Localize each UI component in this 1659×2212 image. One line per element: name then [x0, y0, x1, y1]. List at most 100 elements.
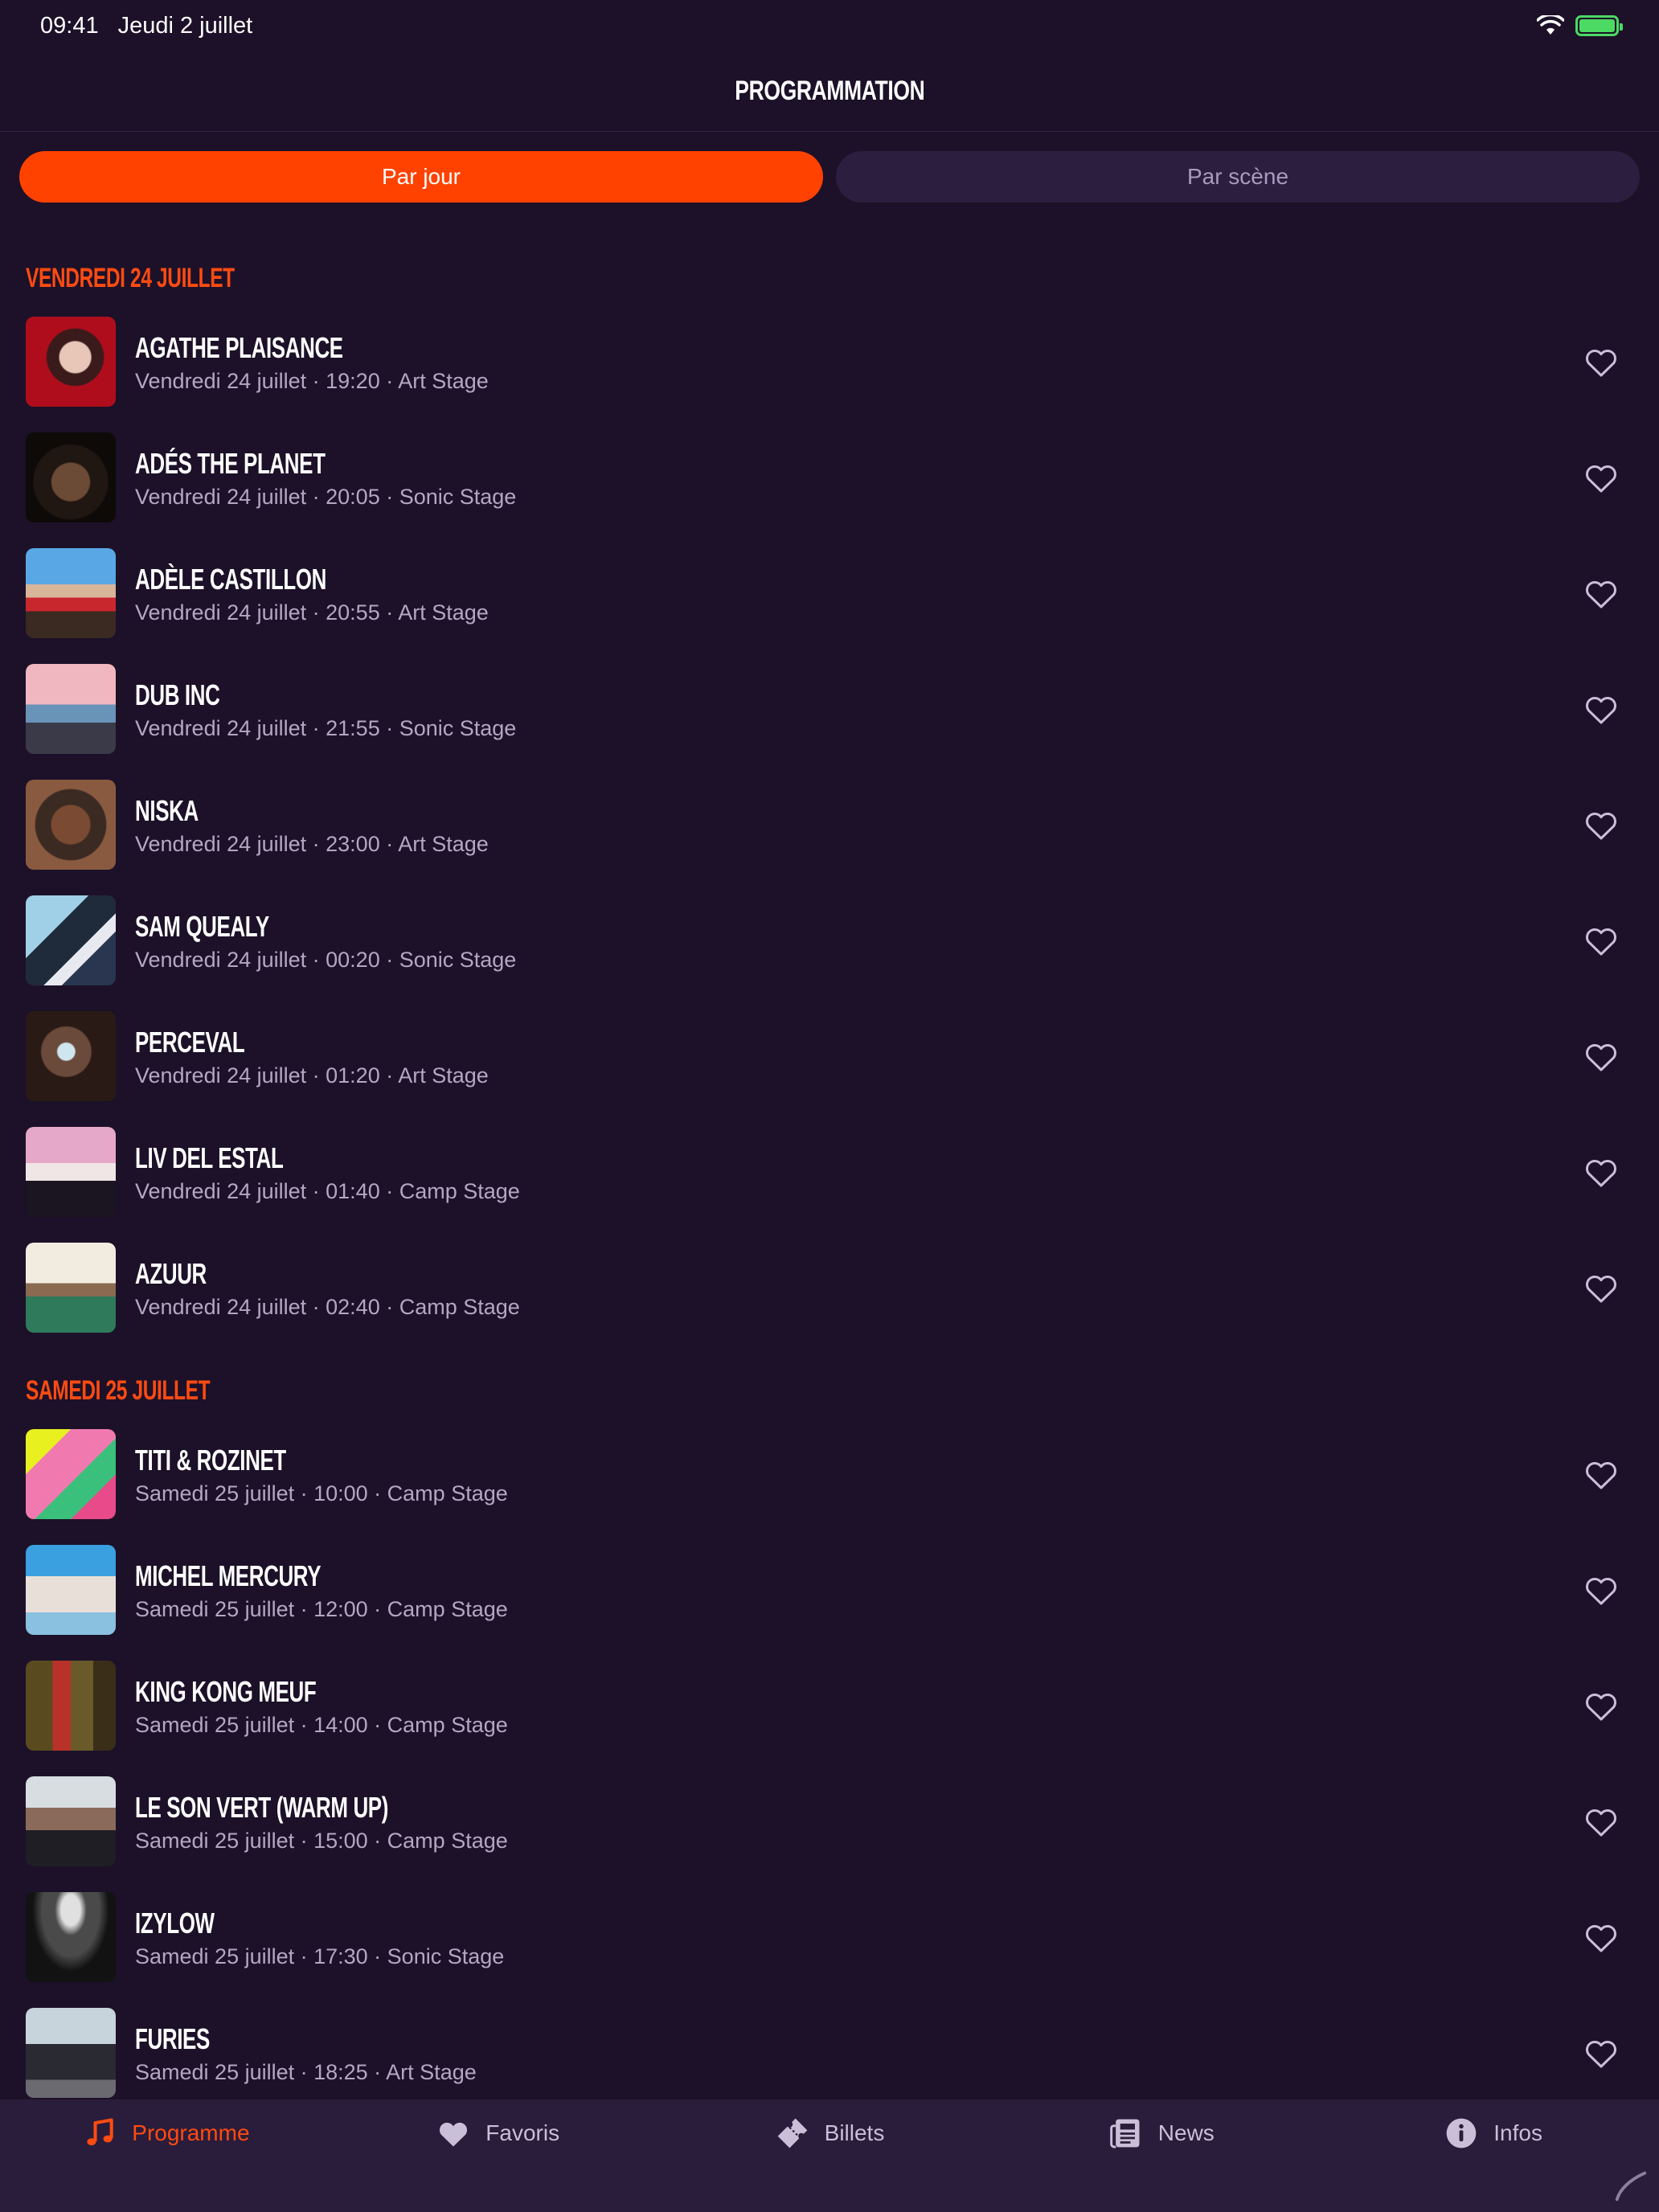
favorite-heart-icon[interactable]: [1582, 574, 1620, 612]
day-header: VENDREDI 24 JUILLET: [0, 233, 1659, 304]
favorite-heart-icon[interactable]: [1582, 1918, 1620, 1956]
artist-photo: [26, 1545, 116, 1635]
artist-photo: [26, 317, 116, 407]
heart-icon: [440, 2122, 468, 2147]
artist-details: Samedi 25 juillet · 10:00 · Camp Stage: [135, 1481, 508, 1505]
artist-details: Vendredi 24 juillet · 23:00 · Art Stage: [135, 831, 489, 856]
status-icons: [1537, 15, 1623, 36]
wifi-icon: [1537, 15, 1564, 35]
newspaper-icon: [1109, 2119, 1140, 2149]
tab-label: Programme: [132, 2120, 250, 2145]
battery-icon: [1575, 15, 1623, 36]
artist-photo: [26, 1011, 116, 1101]
artist-name: SAM QUEALY: [135, 909, 269, 943]
favorite-heart-icon[interactable]: [1582, 690, 1620, 728]
artist-row[interactable]: AGATHE PLAISANCE Vendredi 24 juillet · 1…: [0, 304, 1659, 420]
day-label: SAMEDI 25 JUILLET: [26, 1375, 211, 1406]
artist-row[interactable]: TITI & ROZINET Samedi 25 juillet · 10:00…: [0, 1416, 1659, 1532]
artist-photo: [26, 1429, 116, 1519]
artist-photo: [26, 1661, 116, 1751]
artist-details: Vendredi 24 juillet · 02:40 · Camp Stage: [135, 1294, 520, 1319]
tab-label: Favoris: [485, 2120, 560, 2145]
favorite-heart-icon[interactable]: [1582, 1037, 1620, 1075]
tab-label: Billets: [824, 2120, 885, 2145]
artist-row[interactable]: DUB INC Vendredi 24 juillet · 21:55 · So…: [0, 651, 1659, 767]
artist-details: Vendredi 24 juillet · 00:20 · Sonic Stag…: [135, 947, 517, 972]
status-time: 09:41: [40, 12, 99, 39]
artist-details: Samedi 25 juillet · 12:00 · Camp Stage: [135, 1596, 508, 1621]
favorite-heart-icon[interactable]: [1582, 921, 1620, 960]
day-header: SAMEDI 25 JUILLET: [0, 1346, 1659, 1416]
artist-details: Vendredi 24 juillet · 21:55 · Sonic Stag…: [135, 715, 517, 740]
music-note-icon: [87, 2118, 113, 2146]
artist-row[interactable]: IZYLOW Samedi 25 juillet · 17:30 · Sonic…: [0, 1879, 1659, 1995]
day-label: VENDREDI 24 JUILLET: [26, 263, 235, 293]
tab-favoris[interactable]: Favoris: [332, 2116, 664, 2212]
artist-row[interactable]: MICHEL MERCURY Samedi 25 juillet · 12:00…: [0, 1532, 1659, 1648]
view-toggle: Par jour Par scène: [19, 151, 1640, 203]
artist-photo: [26, 1127, 116, 1217]
artist-row[interactable]: SAM QUEALY Vendredi 24 juillet · 00:20 ·…: [0, 883, 1659, 998]
artist-name: MICHEL MERCURY: [135, 1559, 322, 1592]
artist-name: KING KONG MEUF: [135, 1674, 317, 1708]
favorite-heart-icon[interactable]: [1582, 1686, 1620, 1725]
status-bar: 09:41 Jeudi 2 juillet: [0, 0, 1659, 51]
artist-photo: [26, 664, 116, 754]
favorite-heart-icon[interactable]: [1582, 1571, 1620, 1609]
artist-row[interactable]: LE SON VERT (WARM UP) Samedi 25 juillet …: [0, 1763, 1659, 1879]
artist-name: IZYLOW: [135, 1906, 215, 1940]
pencil-scribble-icon[interactable]: [1612, 2167, 1649, 2204]
artist-details: Vendredi 24 juillet · 01:20 · Art Stage: [135, 1063, 489, 1088]
favorite-heart-icon[interactable]: [1582, 458, 1620, 497]
page-header: PROGRAMMATION: [0, 51, 1659, 132]
artist-photo: [26, 895, 116, 985]
artist-name: LE SON VERT (WARM UP): [135, 1790, 388, 1824]
favorite-heart-icon[interactable]: [1582, 1455, 1620, 1493]
artist-photo: [26, 780, 116, 870]
favorite-heart-icon[interactable]: [1582, 342, 1620, 381]
tab-news[interactable]: News: [995, 2116, 1327, 2212]
artist-row[interactable]: ADÈLE CASTILLON Vendredi 24 juillet · 20…: [0, 535, 1659, 651]
artist-photo: [26, 432, 116, 522]
artist-photo: [26, 1776, 116, 1866]
tab-infos[interactable]: Infos: [1327, 2116, 1659, 2212]
artist-photo: [26, 548, 116, 638]
page-title: PROGRAMMATION: [734, 76, 925, 106]
favorite-heart-icon[interactable]: [1582, 1153, 1620, 1191]
status-date: Jeudi 2 juillet: [117, 12, 253, 39]
artist-photo: [26, 1243, 116, 1333]
artist-name: DUB INC: [135, 678, 220, 711]
favorite-heart-icon[interactable]: [1582, 2034, 1620, 2072]
artist-name: AZUUR: [135, 1256, 207, 1290]
par-jour-segment[interactable]: Par jour: [19, 151, 823, 203]
artist-row[interactable]: PERCEVAL Vendredi 24 juillet · 01:20 · A…: [0, 998, 1659, 1114]
artist-name: ADÉS THE PLANET: [135, 446, 326, 480]
artist-photo: [26, 2008, 116, 2098]
artist-row[interactable]: ADÉS THE PLANET Vendredi 24 juillet · 20…: [0, 420, 1659, 535]
artist-row[interactable]: NISKA Vendredi 24 juillet · 23:00 · Art …: [0, 767, 1659, 883]
artist-details: Vendredi 24 juillet · 20:05 · Sonic Stag…: [135, 484, 517, 509]
artist-row[interactable]: KING KONG MEUF Samedi 25 juillet · 14:00…: [0, 1648, 1659, 1763]
par-scene-segment[interactable]: Par scène: [836, 151, 1640, 203]
tab-programme[interactable]: Programme: [0, 2116, 332, 2212]
schedule-list[interactable]: VENDREDI 24 JUILLET AGATHE PLAISANCE Ven…: [0, 233, 1659, 2098]
favorite-heart-icon[interactable]: [1582, 1802, 1620, 1841]
artist-name: AGATHE PLAISANCE: [135, 330, 343, 364]
tab-bar: Programme Favoris Billets News Infos: [0, 2099, 1659, 2212]
info-icon: [1446, 2118, 1477, 2149]
artist-row[interactable]: AZUUR Vendredi 24 juillet · 02:40 · Camp…: [0, 1230, 1659, 1346]
artist-name: NISKA: [135, 793, 199, 827]
artist-name: LIV DEL ESTAL: [135, 1141, 284, 1174]
artist-details: Vendredi 24 juillet · 01:40 · Camp Stage: [135, 1178, 520, 1203]
tab-label: Infos: [1493, 2120, 1542, 2145]
favorite-heart-icon[interactable]: [1582, 1268, 1620, 1307]
tab-label: News: [1157, 2120, 1215, 2145]
tab-billets[interactable]: Billets: [664, 2116, 996, 2212]
artist-details: Samedi 25 juillet · 18:25 · Art Stage: [135, 2059, 477, 2084]
favorite-heart-icon[interactable]: [1582, 805, 1620, 844]
artist-details: Vendredi 24 juillet · 20:55 · Art Stage: [135, 600, 489, 625]
artist-row[interactable]: FURIES Samedi 25 juillet · 18:25 · Art S…: [0, 1995, 1659, 2098]
artist-photo: [26, 1892, 116, 1982]
artist-row[interactable]: LIV DEL ESTAL Vendredi 24 juillet · 01:4…: [0, 1114, 1659, 1230]
artist-details: Samedi 25 juillet · 14:00 · Camp Stage: [135, 1712, 508, 1737]
